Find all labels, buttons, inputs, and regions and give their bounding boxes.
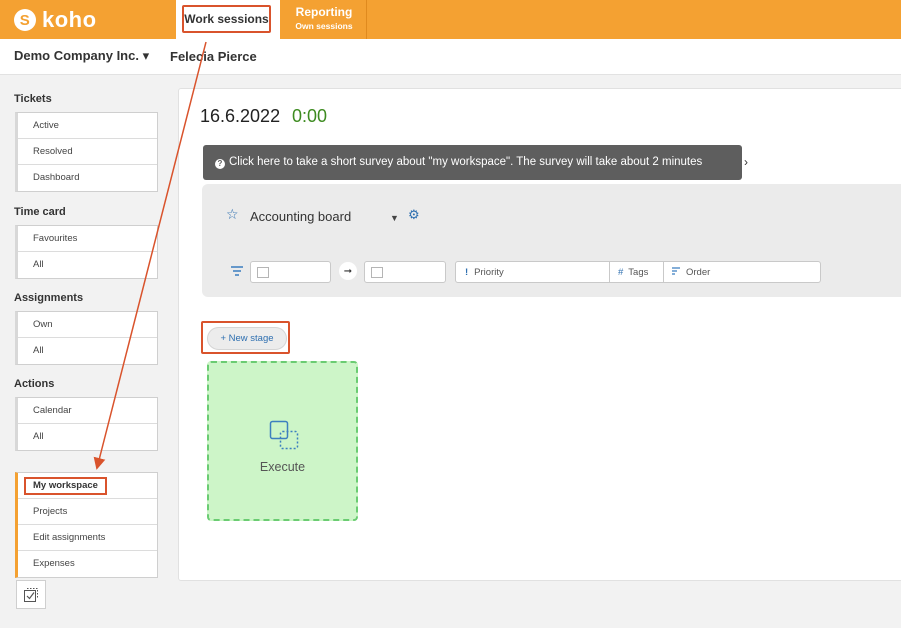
annotation-arrow (93, 41, 207, 470)
